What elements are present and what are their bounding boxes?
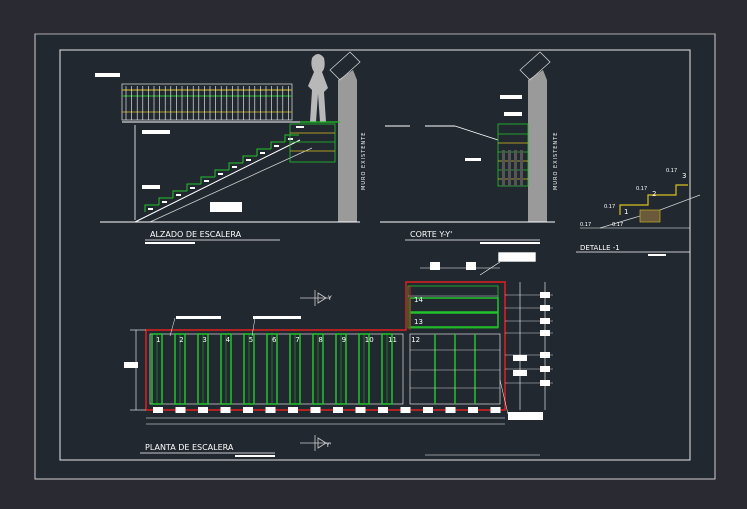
- planta-title: PLANTA DE ESCALERA: [145, 443, 234, 452]
- step-number: 8: [318, 336, 322, 344]
- svg-text:3: 3: [682, 172, 686, 180]
- wall-label-left: MURO EXISTENTE: [361, 132, 367, 190]
- step-number: 6: [272, 336, 277, 344]
- dimension-box: [243, 407, 253, 413]
- dimension-box: [468, 407, 478, 413]
- dimension-box: [198, 407, 208, 413]
- step-number: 3: [202, 336, 206, 344]
- cad-drawing: ALZADO DE ESCALERA MURO EXISTENTE CORTE …: [34, 33, 716, 480]
- dimension-box: [153, 407, 163, 413]
- step-number: 4: [226, 336, 231, 344]
- step-number: 12: [411, 336, 420, 344]
- step-number: 7: [295, 336, 299, 344]
- step-tag: [190, 187, 195, 189]
- svg-text:0.17: 0.17: [612, 222, 623, 228]
- step-number: 11: [388, 336, 397, 344]
- dimension-box: [288, 407, 298, 413]
- corte-title: CORTE Y-Y': [410, 230, 452, 239]
- dimension-box: [400, 407, 411, 413]
- alzado-title: ALZADO DE ESCALERA: [150, 230, 242, 239]
- dimension-box: [445, 407, 456, 413]
- cad-viewport[interactable]: ALZADO DE ESCALERA MURO EXISTENTE CORTE …: [0, 0, 747, 509]
- step-number: 9: [342, 336, 346, 344]
- detalle-title: DETALLE -1: [580, 244, 620, 252]
- dimension-box: [490, 407, 501, 413]
- svg-text:1: 1: [624, 208, 628, 216]
- wall-label-right: MURO EXISTENTE: [553, 132, 559, 190]
- dimension-box: [513, 355, 527, 361]
- svg-text:Y: Y: [327, 295, 332, 302]
- step-number: 14: [414, 296, 423, 304]
- step-number: 2: [179, 336, 183, 344]
- section-post: [508, 150, 511, 186]
- dimension-box: [310, 407, 321, 413]
- svg-text:2: 2: [652, 190, 656, 198]
- section-post: [514, 150, 517, 186]
- dimension-box: [423, 407, 433, 413]
- dimension-box: [265, 407, 276, 413]
- existing-wall-section: [528, 70, 547, 222]
- step-tag: [260, 152, 265, 154]
- step-tag: [204, 180, 209, 182]
- step-tag: [218, 173, 223, 175]
- step-number: 10: [365, 336, 374, 344]
- step-number: 13: [414, 318, 423, 326]
- step-number: 5: [249, 336, 253, 344]
- dimension-box: [175, 407, 186, 413]
- step-tag: [176, 194, 181, 196]
- svg-text:0.17: 0.17: [636, 186, 647, 192]
- svg-text:Y': Y': [325, 442, 332, 449]
- dimension-box: [513, 370, 527, 376]
- svg-text:0.17: 0.17: [666, 168, 677, 174]
- dimension-box: [220, 407, 231, 413]
- step-tag: [246, 159, 251, 161]
- step-tag: [162, 201, 167, 203]
- existing-wall: [338, 70, 357, 222]
- dimension-box: [378, 407, 388, 413]
- step-tag: [288, 138, 293, 140]
- section-post: [502, 150, 505, 186]
- svg-text:0.17: 0.17: [604, 204, 615, 210]
- step-tag: [148, 208, 153, 210]
- step-number: 1: [156, 336, 160, 344]
- step-tag: [232, 166, 237, 168]
- section-post: [520, 150, 523, 186]
- svg-text:0.17: 0.17: [580, 222, 591, 228]
- step-tag: [274, 145, 279, 147]
- dimension-box: [333, 407, 343, 413]
- dimension-box: [355, 407, 366, 413]
